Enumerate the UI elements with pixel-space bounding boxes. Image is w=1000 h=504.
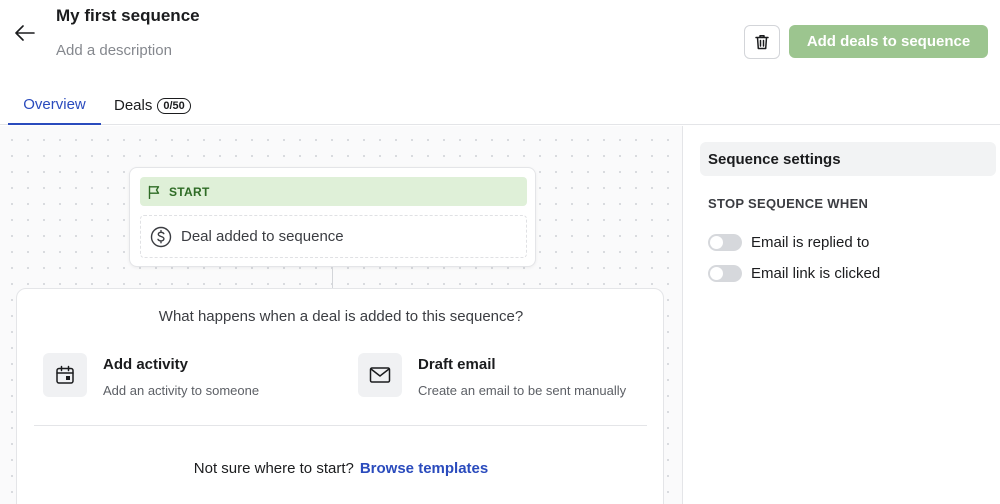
start-node[interactable]: START Deal added to sequence bbox=[129, 167, 536, 267]
dollar-circle-icon bbox=[150, 226, 172, 247]
browse-templates-link[interactable]: Browse templates bbox=[360, 460, 488, 477]
tab-bar: Overview Deals 0/50 bbox=[0, 86, 1000, 125]
description-input[interactable]: Add a description bbox=[56, 42, 172, 59]
tab-deals[interactable]: Deals 0/50 bbox=[114, 86, 191, 125]
link-clicked-setting: Email link is clicked bbox=[708, 265, 880, 282]
add-activity-title: Add activity bbox=[103, 356, 189, 373]
add-activity-option[interactable]: Add activity Add an activity to someone bbox=[43, 353, 259, 398]
stop-sequence-label: STOP SEQUENCE WHEN bbox=[708, 196, 869, 211]
next-step-card: What happens when a deal is added to thi… bbox=[16, 288, 664, 504]
draft-email-option[interactable]: Draft email Create an email to be sent m… bbox=[358, 353, 626, 398]
help-text: Not sure where to start? Browse templates bbox=[17, 460, 665, 477]
activity-icon-box bbox=[43, 353, 87, 397]
flag-icon bbox=[148, 185, 160, 199]
deals-count-badge: 0/50 bbox=[157, 97, 191, 114]
start-pill: START bbox=[140, 177, 527, 206]
start-label: START bbox=[169, 184, 210, 199]
add-deals-button[interactable]: Add deals to sequence bbox=[789, 25, 988, 58]
trigger-item[interactable]: Deal added to sequence bbox=[140, 215, 527, 258]
replied-toggle[interactable] bbox=[708, 234, 742, 251]
tab-overview[interactable]: Overview bbox=[8, 86, 101, 125]
trigger-label: Deal added to sequence bbox=[181, 228, 344, 245]
email-icon-box bbox=[358, 353, 402, 397]
tab-overview-label: Overview bbox=[23, 96, 86, 113]
sequence-settings-header: Sequence settings bbox=[700, 142, 996, 176]
flow-connector bbox=[332, 268, 333, 288]
link-clicked-toggle[interactable] bbox=[708, 265, 742, 282]
draft-email-title: Draft email bbox=[418, 356, 496, 373]
tab-deals-label: Deals bbox=[114, 97, 153, 114]
next-step-title: What happens when a deal is added to thi… bbox=[158, 308, 524, 325]
add-activity-subtitle: Add an activity to someone bbox=[103, 383, 260, 398]
calendar-icon bbox=[56, 365, 74, 384]
replied-label: Email is replied to bbox=[751, 234, 870, 251]
replied-setting: Email is replied to bbox=[708, 234, 869, 251]
page-title[interactable]: My first sequence bbox=[56, 6, 200, 26]
card-divider bbox=[34, 425, 647, 426]
arrow-left-icon bbox=[15, 25, 35, 41]
link-clicked-label: Email link is clicked bbox=[751, 265, 881, 282]
help-question: Not sure where to start? bbox=[193, 460, 354, 477]
trash-icon bbox=[755, 35, 769, 50]
delete-button[interactable] bbox=[744, 25, 780, 59]
draft-email-subtitle: Create an email to be sent manually bbox=[418, 383, 627, 398]
back-button[interactable] bbox=[12, 20, 38, 46]
panel-divider bbox=[682, 126, 683, 504]
envelope-icon bbox=[369, 367, 391, 383]
